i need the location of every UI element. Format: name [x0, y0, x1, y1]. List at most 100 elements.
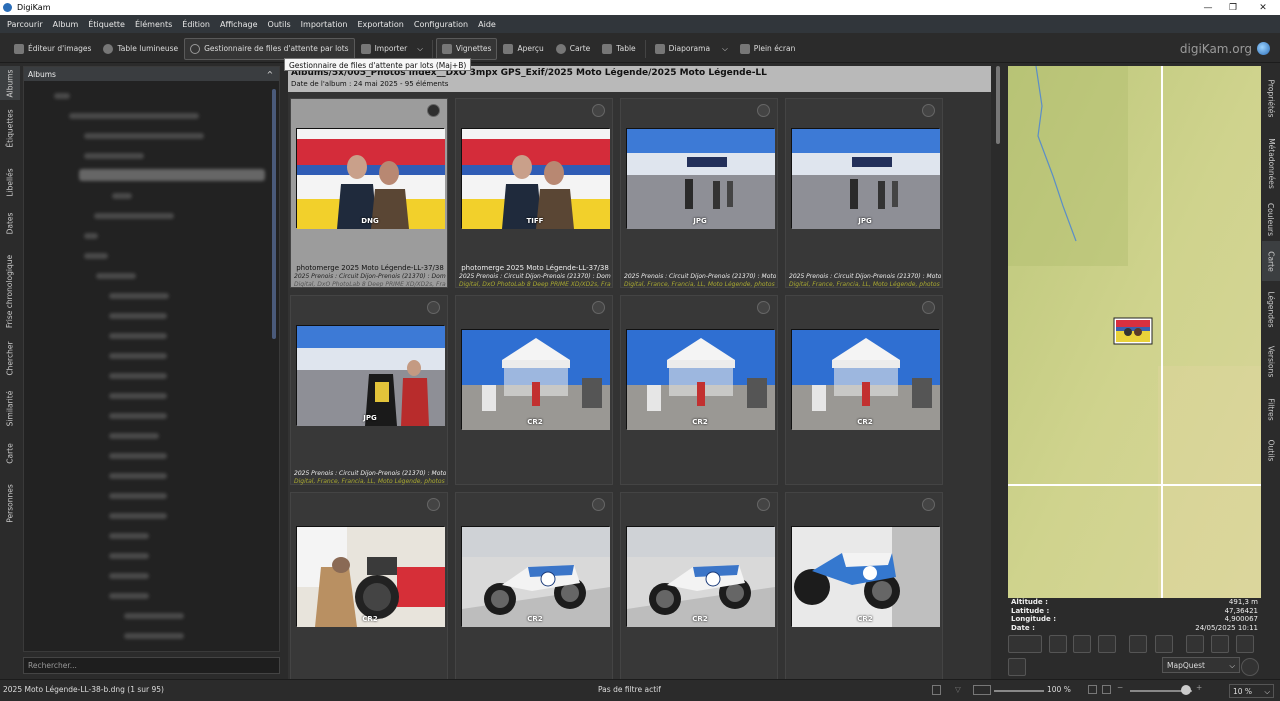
menu-elements[interactable]: Éléments — [130, 20, 177, 29]
map-button[interactable] — [1049, 635, 1067, 653]
map-button[interactable] — [1098, 635, 1116, 653]
tree-row[interactable] — [109, 573, 149, 579]
tree-row[interactable] — [84, 153, 144, 159]
map-button[interactable] — [1211, 635, 1229, 653]
zoom-out-button[interactable] — [1155, 635, 1173, 653]
thumbnail-item[interactable]: CR2 — [455, 492, 613, 679]
thumbnail-item[interactable]: DNG photomerge 2025 Moto Légende-LL-37/38… — [290, 98, 448, 288]
thumbnail-image[interactable]: CR2 — [461, 329, 610, 430]
thumbnail-image[interactable]: CR2 — [791, 526, 940, 627]
tab-libelles[interactable]: Libellés — [0, 163, 20, 201]
tree-row[interactable] — [109, 513, 167, 519]
thumbnail-image[interactable]: JPG — [296, 325, 445, 426]
tree-row[interactable] — [69, 113, 199, 119]
tree-row[interactable] — [109, 293, 169, 299]
tab-dates[interactable]: Dates — [0, 208, 20, 238]
tab-similarite[interactable]: Similarité — [0, 388, 20, 428]
tree-row[interactable] — [124, 633, 184, 639]
tab-carte[interactable]: Carte — [0, 438, 20, 468]
menu-importation[interactable]: Importation — [296, 20, 353, 29]
tab-proprietes[interactable]: Propriétés — [1262, 73, 1280, 123]
batch-queue-button[interactable]: Gestionnaire de files d'attente par lots — [184, 37, 355, 60]
tree-row[interactable] — [124, 613, 184, 619]
map-canvas[interactable] — [1008, 65, 1261, 598]
map-button[interactable] — [1186, 635, 1204, 653]
tree-row[interactable] — [84, 233, 98, 239]
zoom-in-button[interactable] — [1129, 635, 1147, 653]
menu-exportation[interactable]: Exportation — [352, 20, 408, 29]
light-table-button[interactable]: Table lumineuse — [97, 38, 184, 60]
thumbnail-item[interactable]: CR2 — [290, 492, 448, 679]
fit-icon[interactable] — [973, 685, 991, 695]
thumbnail-image[interactable]: JPG — [626, 128, 775, 229]
minimize-button[interactable]: — — [1195, 0, 1221, 15]
trash-icon[interactable] — [932, 685, 941, 695]
tree-row[interactable] — [109, 333, 167, 339]
tab-etiquettes[interactable]: Étiquettes — [0, 107, 20, 149]
tree-row[interactable] — [109, 393, 167, 399]
import-button[interactable]: Importer ⌵ — [355, 38, 429, 60]
zoom-out-icon[interactable]: − — [1117, 683, 1123, 692]
map-provider-select[interactable]: MapQuest ⌵ — [1162, 657, 1240, 673]
thumbnails-view-button[interactable]: Vignettes — [435, 37, 498, 60]
tree-row[interactable] — [84, 133, 204, 139]
tree-row-selected[interactable] — [79, 169, 265, 181]
close-button[interactable]: ✕ — [1250, 0, 1276, 15]
menu-affichage[interactable]: Affichage — [215, 20, 263, 29]
tree-row[interactable] — [94, 213, 174, 219]
album-search-input[interactable]: Rechercher... — [23, 657, 280, 674]
thumbnail-image[interactable]: JPG — [791, 128, 940, 229]
tree-row[interactable] — [109, 593, 149, 599]
tree-row[interactable] — [109, 473, 167, 479]
map-panel[interactable] — [1008, 65, 1261, 598]
zoom-fit-icon[interactable] — [1088, 685, 1097, 694]
tree-row[interactable] — [109, 373, 167, 379]
menu-configuration[interactable]: Configuration — [409, 20, 473, 29]
map-button[interactable] — [1008, 658, 1026, 676]
thumbnail-zoom-select[interactable]: 10 % ⌵ — [1229, 684, 1274, 698]
map-button[interactable] — [1236, 635, 1254, 653]
tree-row[interactable] — [109, 453, 167, 459]
menu-album[interactable]: Album — [48, 20, 84, 29]
filter-icon[interactable]: ▽ — [955, 685, 961, 694]
albums-scrollbar[interactable] — [272, 89, 276, 339]
thumbnail-image[interactable]: CR2 — [626, 526, 775, 627]
thumbnail-item[interactable]: JPG 2025 Prenois : Circuit Dijon-Prenois … — [620, 98, 778, 288]
tab-filtres[interactable]: Filtres — [1262, 393, 1280, 425]
thumbnail-image[interactable]: CR2 — [626, 329, 775, 430]
thumbnail-item[interactable]: JPG 2025 Prenois : Circuit Dijon-Prenois … — [785, 98, 943, 288]
tree-row[interactable] — [109, 313, 167, 319]
map-view-button[interactable]: Carte — [550, 38, 596, 60]
tree-row[interactable] — [109, 433, 159, 439]
tab-couleurs[interactable]: Couleurs — [1262, 201, 1280, 237]
thumbnail-item[interactable]: CR2 — [785, 492, 943, 679]
zoom-100-icon[interactable] — [1102, 685, 1111, 694]
table-view-button[interactable]: Table — [596, 38, 641, 60]
tree-row[interactable] — [96, 273, 136, 279]
grid-scrollbar[interactable] — [993, 66, 1003, 679]
tree-row[interactable] — [54, 93, 70, 99]
tab-carte-right[interactable]: Carte — [1262, 241, 1280, 281]
thumbnail-image[interactable]: CR2 — [296, 526, 445, 627]
preview-view-button[interactable]: Aperçu — [497, 38, 549, 60]
tree-row[interactable] — [109, 413, 167, 419]
tab-frise-chronologique[interactable]: Frise chronologique — [0, 251, 20, 331]
tab-metadonnees[interactable]: Métadonnées — [1262, 133, 1280, 193]
zoom-in-icon[interactable]: + — [1196, 683, 1202, 692]
menu-aide[interactable]: Aide — [473, 20, 501, 29]
thumbnail-item[interactable]: TIFF photomerge 2025 Moto Légende-LL-37/3… — [455, 98, 613, 288]
thumbnail-image[interactable]: DNG — [296, 128, 445, 229]
tree-row[interactable] — [112, 193, 132, 199]
collapse-icon[interactable]: ^ — [267, 70, 273, 79]
tab-personnes[interactable]: Personnes — [0, 478, 20, 528]
menu-outils[interactable]: Outils — [263, 20, 296, 29]
menu-edition[interactable]: Édition — [177, 20, 215, 29]
thumbnail-item[interactable]: CR2 — [785, 295, 943, 485]
tab-albums[interactable]: Albums — [0, 66, 20, 100]
thumbnail-item[interactable]: JPG 2025 Prenois : Circuit Dijon-Prenois … — [290, 295, 448, 485]
menu-etiquette[interactable]: Étiquette — [83, 20, 130, 29]
image-editor-button[interactable]: Éditeur d'images — [8, 38, 97, 60]
tab-outils[interactable]: Outils — [1262, 435, 1280, 465]
preview-zoom-slider[interactable] — [994, 690, 1044, 692]
slideshow-button[interactable]: Diaporama ⌵ — [649, 38, 734, 60]
